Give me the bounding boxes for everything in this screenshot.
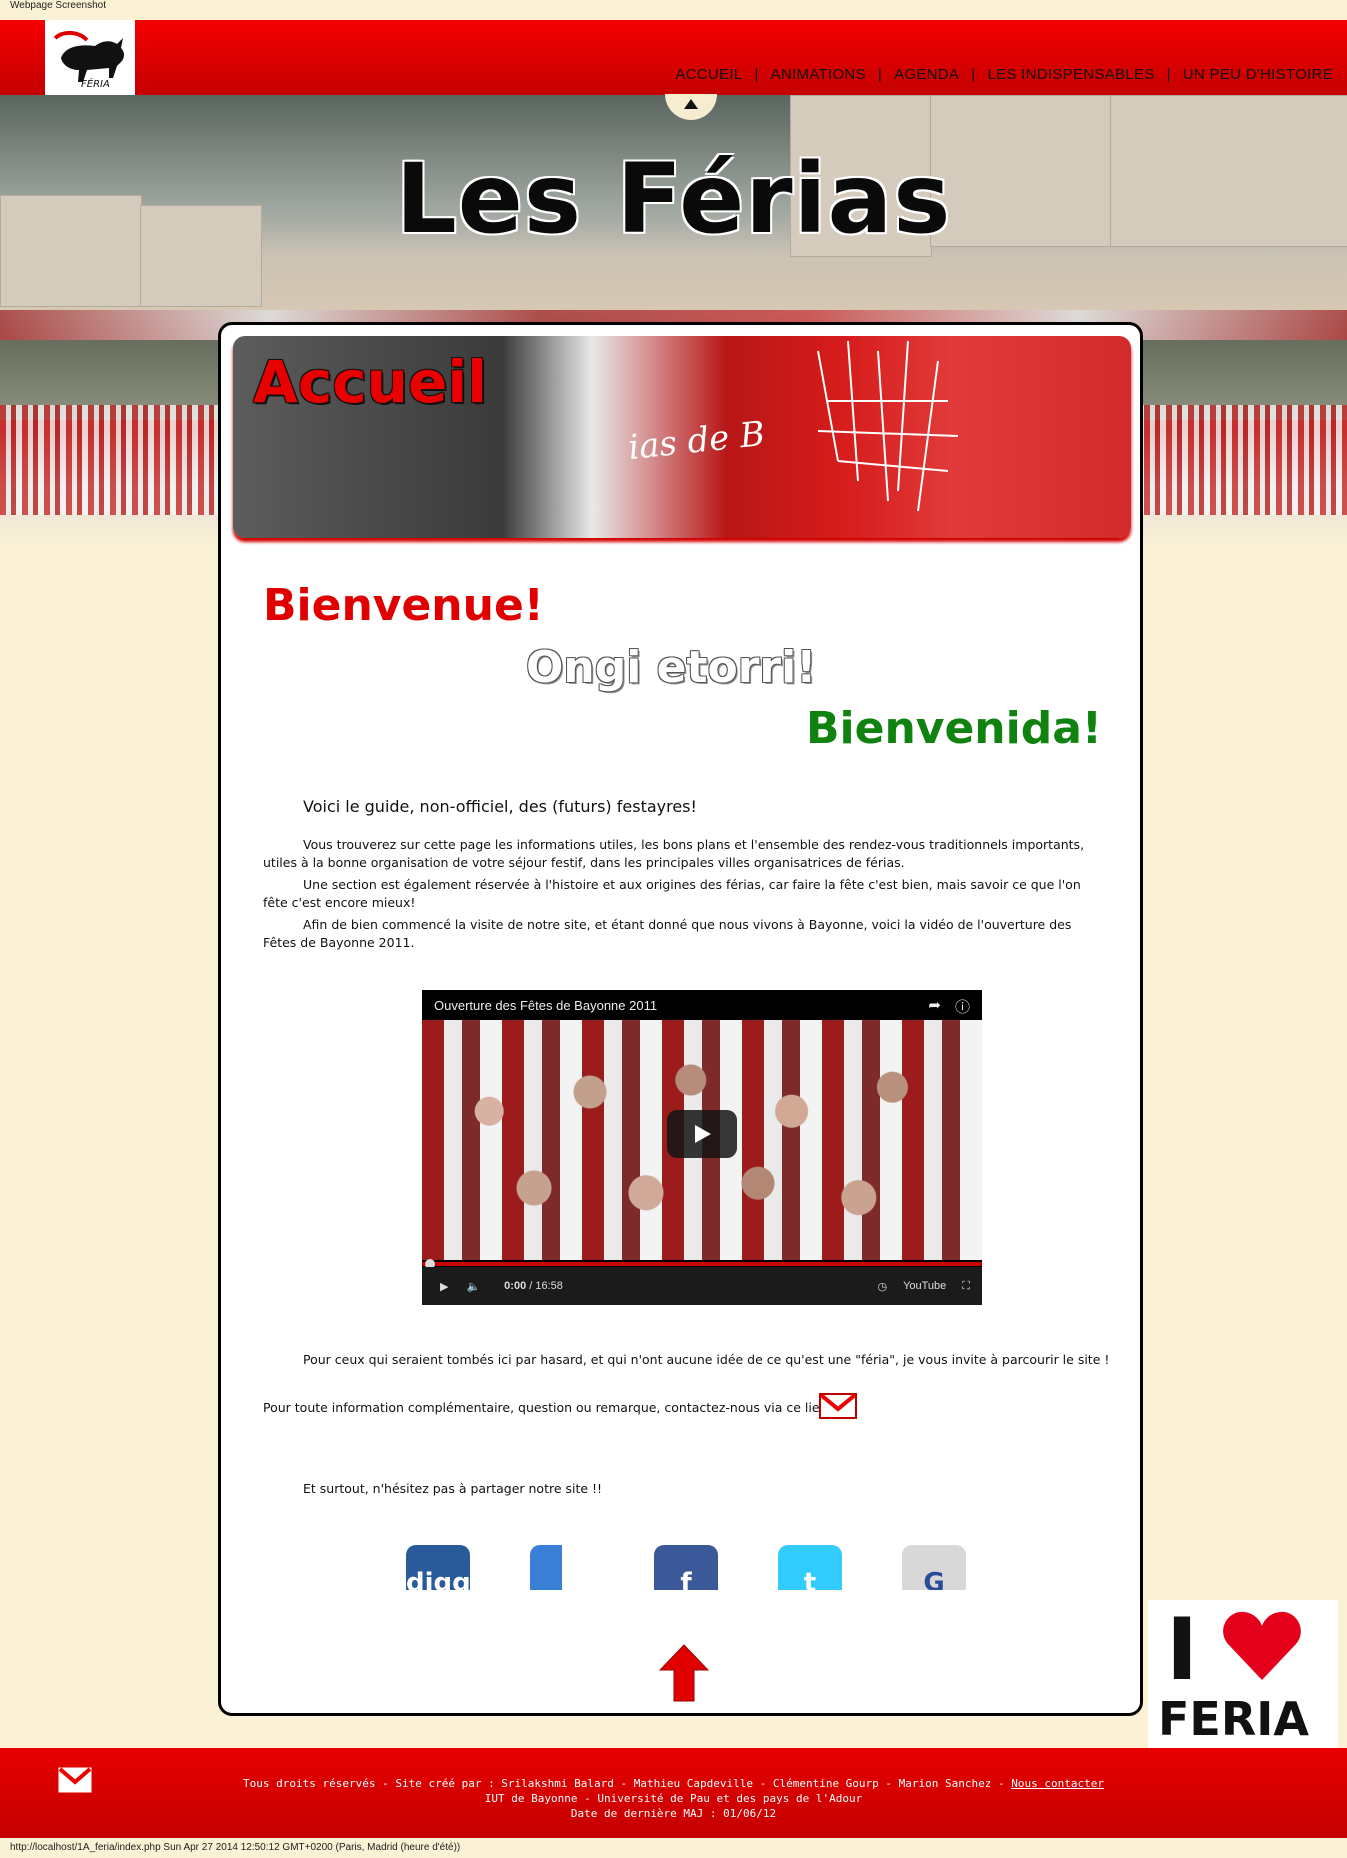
google-label: G (923, 1568, 945, 1590)
heart-icon (1223, 1611, 1301, 1680)
greeting-basque: Ongi etorri! (526, 642, 817, 693)
contact-note: Pour toute information complémentaire, q… (263, 1400, 836, 1415)
share-buttons: digg f t G (406, 1545, 966, 1590)
share-facebook-button[interactable]: f (654, 1545, 718, 1590)
video-progress-bar[interactable] (422, 1262, 982, 1266)
banner-title: Accueil (253, 348, 488, 416)
info-icon[interactable]: ⓘ (955, 996, 970, 1017)
nav-agenda[interactable]: AGENDA (890, 66, 963, 83)
share-delicious-button[interactable] (530, 1545, 594, 1590)
nav-separator: | (971, 66, 976, 83)
badge-word: FERIA (1158, 1692, 1309, 1746)
video-time: 0:00 / 16:58 (504, 1280, 563, 1292)
status-bar: http://localhost/1A_feria/index.php Sun … (10, 1842, 461, 1853)
footer-contact-link[interactable]: Nous contacter (1011, 1777, 1104, 1790)
video-controls: ▶ 🔈 0:00 / 16:58 ◷ YouTube ⛶ (422, 1267, 982, 1305)
play-button[interactable] (667, 1110, 737, 1158)
site-logo[interactable]: FÉRIA (45, 20, 135, 95)
clock-icon[interactable]: ◷ (877, 1280, 887, 1293)
nav-accueil[interactable]: ACCUEIL (671, 66, 746, 83)
hero-title: Les Férias (395, 143, 952, 255)
mail-icon[interactable] (819, 1391, 857, 1425)
video-title[interactable]: Ouverture des Fêtes de Bayonne 2011 (434, 998, 657, 1013)
nav-separator: | (754, 66, 759, 83)
volume-icon[interactable]: 🔈 (466, 1280, 480, 1293)
outro-note: Pour ceux qui seraient tombés ici par ha… (303, 1352, 1110, 1367)
intro-paragraph: Une section est également réservée à l'h… (263, 877, 1081, 910)
arrow-up-icon (658, 1644, 710, 1702)
nav-separator: | (877, 66, 883, 83)
share-twitter-button[interactable]: t (778, 1545, 842, 1590)
intro-paragraph: Afin de bien commencé la visite de notre… (263, 917, 1072, 950)
fullscreen-icon[interactable]: ⛶ (962, 1280, 970, 1293)
main-content: ias de B Accueil Bienvenue! Ongi etorri!… (218, 322, 1143, 1716)
back-to-top-button[interactable] (658, 1644, 710, 1706)
nav-histoire[interactable]: UN PEU D'HISTOIRE (1179, 66, 1337, 83)
main-nav: ACCUEIL | ANIMATIONS | AGENDA | LES INDI… (671, 66, 1337, 83)
greeting-spanish: Bienvenida! (806, 703, 1102, 754)
share-icon[interactable]: ➦ (928, 996, 941, 1017)
footer-credits: Tous droits réservés - Site créé par : S… (0, 1776, 1347, 1791)
video-top-icons: ➦ ⓘ (928, 996, 970, 1017)
digg-label: digg (406, 1568, 470, 1590)
footer-line2: IUT de Bayonne - Université de Pau et de… (484, 1792, 863, 1805)
video-duration: 16:58 (535, 1280, 563, 1292)
triangle-up-icon (684, 99, 698, 109)
footer: Tous droits réservés - Site créé par : S… (0, 1748, 1347, 1838)
twitter-label: t (803, 1568, 817, 1590)
i-love-feria-badge: I FERIA (1148, 1600, 1338, 1750)
footer-line3: Date de dernière MAJ : 01/06/12 (570, 1807, 777, 1820)
nav-separator: | (1166, 66, 1171, 83)
play-icon[interactable]: ▶ (440, 1280, 448, 1293)
share-digg-button[interactable]: digg (406, 1545, 470, 1590)
logo-text: FÉRIA (81, 77, 110, 89)
banner-lace-text: ias de B (626, 413, 767, 469)
nav-animations[interactable]: ANIMATIONS (767, 66, 870, 83)
page-banner: ias de B Accueil (233, 336, 1131, 538)
intro-paragraph: Vous trouverez sur cette page les inform… (263, 837, 1085, 870)
video-current-time: 0:00 (504, 1280, 527, 1292)
badge-i: I (1166, 1600, 1198, 1700)
intro-lead: Voici le guide, non-officiel, des (futur… (303, 797, 697, 816)
footer-line1: Tous droits réservés - Site créé par : S… (243, 1777, 1012, 1790)
greeting-french: Bienvenue! (263, 580, 544, 631)
nav-bar (0, 20, 1347, 95)
share-note: Et surtout, n'hésitez pas à partager not… (303, 1481, 603, 1496)
page-caption: Webpage Screenshot (10, 0, 106, 11)
share-google-button[interactable]: G (902, 1545, 966, 1590)
footer-text: Tous droits réservés - Site créé par : S… (0, 1776, 1347, 1821)
bull-logo-icon: FÉRIA (53, 31, 124, 89)
video-player[interactable]: Ouverture des Fêtes de Bayonne 2011 ➦ ⓘ … (422, 990, 982, 1305)
nav-indispensables[interactable]: LES INDISPENSABLES (983, 66, 1158, 83)
facebook-label: f (680, 1568, 692, 1590)
youtube-brand[interactable]: YouTube (903, 1280, 946, 1292)
lace-knot-icon (817, 341, 959, 512)
